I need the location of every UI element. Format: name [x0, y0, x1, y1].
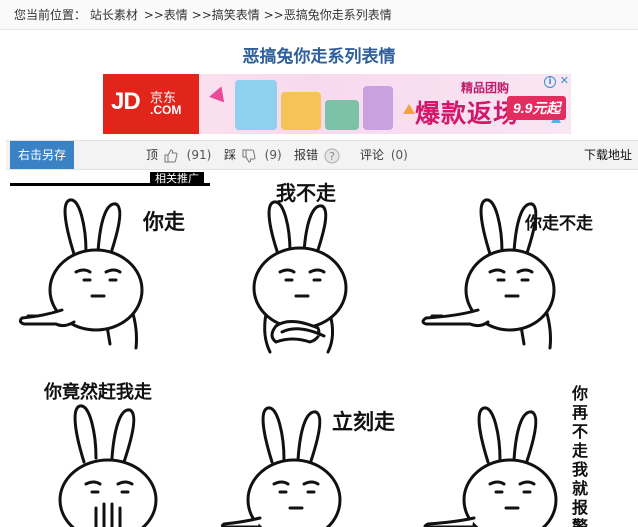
meme-image[interactable]	[226, 196, 376, 356]
thumbs-down-icon	[242, 149, 256, 163]
meme-caption: 你再不走我就报警	[572, 384, 589, 527]
dislike-button[interactable]: 踩 (9)	[224, 141, 282, 169]
related-tab[interactable]: 相关推广	[150, 172, 204, 186]
product-image	[325, 100, 359, 130]
like-button[interactable]: 顶 (91)	[146, 141, 211, 169]
rabbit-shocked-drawing	[58, 404, 158, 527]
ad-slogan-big: 爆款返场	[415, 99, 520, 128]
breadcrumb-link-home[interactable]: 站长素材	[90, 8, 138, 22]
breadcrumb-link-funny[interactable]: >>搞笑表情	[192, 8, 260, 22]
jd-logo-com: .COM	[150, 103, 182, 117]
comment-label: 评论	[360, 148, 385, 162]
dislike-count: (9)	[264, 148, 282, 162]
confetti-shape	[209, 83, 229, 103]
jd-logo: JD 京东 .COM	[103, 74, 199, 134]
ad-price-badge: 9.9元起	[507, 96, 567, 120]
dislike-label: 踩	[224, 148, 237, 162]
meme-caption: 你走	[143, 210, 185, 234]
like-count: (91)	[186, 148, 212, 162]
meme-caption: 你走不走	[525, 214, 593, 234]
breadcrumb-prefix: 您当前位置：	[14, 8, 87, 22]
meme-image[interactable]	[420, 400, 570, 527]
action-toolbar: 右击另存 顶 (91) 踩 (9) 报错 ? 评论 (0) 下载地址	[6, 140, 638, 170]
rabbit-crossed-arms-drawing	[252, 200, 348, 354]
save-as-button[interactable]: 右击另存	[10, 141, 74, 169]
ad-info-icon[interactable]: i	[544, 76, 556, 88]
breadcrumb-link-emoji[interactable]: >>表情	[144, 8, 188, 22]
comment-count: (0)	[390, 148, 408, 162]
ad-close-icon[interactable]: ✕	[560, 75, 569, 87]
question-icon: ?	[324, 148, 340, 163]
like-label: 顶	[146, 148, 159, 162]
report-label: 报错	[294, 148, 319, 162]
page-title: 恶搞兔你走系列表情	[242, 47, 396, 67]
meme-caption: 立刻走	[332, 410, 395, 434]
jd-logo-text: JD	[111, 88, 141, 115]
rabbit-pointing-drawing	[423, 406, 558, 527]
breadcrumb: 您当前位置： 站长素材 >>表情 >>搞笑表情 >>恶搞兔你走系列表情	[0, 0, 638, 30]
meme-image[interactable]	[40, 400, 190, 527]
download-link[interactable]: 下载地址	[584, 141, 632, 169]
thumbs-up-icon	[164, 148, 178, 162]
report-error-button[interactable]: 报错 ?	[294, 141, 342, 169]
meme-caption: 你竟然赶我走	[44, 382, 152, 403]
product-image	[363, 86, 393, 130]
meme-caption: 我不走	[276, 181, 336, 205]
confetti-shape	[403, 104, 415, 114]
comment-link[interactable]: 评论 (0)	[360, 141, 408, 169]
breadcrumb-link-current[interactable]: >>恶搞兔你走系列表情	[264, 8, 392, 22]
product-image	[281, 92, 321, 130]
product-image	[235, 80, 277, 130]
svg-text:?: ?	[329, 150, 335, 163]
ad-banner[interactable]: JD 京东 .COM 精品团购 爆款返场 9.9元起 i ✕	[103, 74, 571, 134]
